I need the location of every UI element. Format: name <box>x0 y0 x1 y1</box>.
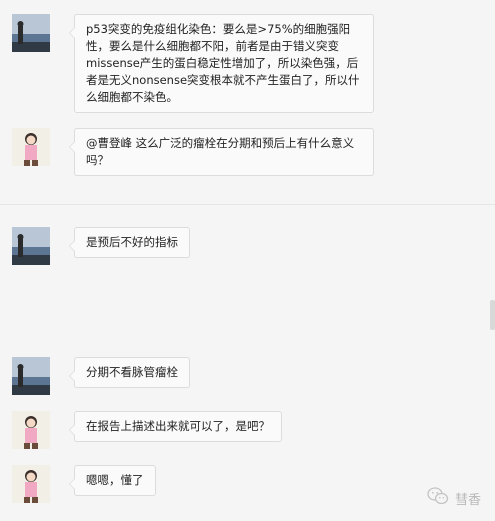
watermark: 彗香 <box>427 487 481 509</box>
landscape-avatar[interactable] <box>12 357 50 395</box>
message-bubble[interactable]: @曹登峰 这么广泛的瘤栓在分期和预后上有什么意义吗？ <box>69 128 374 176</box>
landscape-avatar[interactable] <box>12 227 50 265</box>
message-bubble[interactable]: 在报告上描述出来就可以了，是吧？ <box>69 411 282 442</box>
message-bubble[interactable]: 嗯嗯，懂了 <box>69 465 156 496</box>
message-bubble[interactable]: p53突变的免疫组化染色：要么是>75%的细胞强阳性，要么是什么细胞都不阳，前者… <box>69 14 374 113</box>
wechat-icon <box>427 487 449 509</box>
scrollbar-thumb[interactable] <box>490 300 495 330</box>
landscape-avatar[interactable] <box>12 14 50 52</box>
cartoon-avatar[interactable] <box>12 465 50 503</box>
history-divider <box>0 204 495 205</box>
message-bubble[interactable]: 是预后不好的指标 <box>69 227 190 258</box>
cartoon-avatar[interactable] <box>12 128 50 166</box>
message-bubble[interactable]: 分期不看脉管瘤栓 <box>69 357 190 388</box>
watermark-text: 彗香 <box>454 492 481 508</box>
cartoon-avatar[interactable] <box>12 411 50 449</box>
